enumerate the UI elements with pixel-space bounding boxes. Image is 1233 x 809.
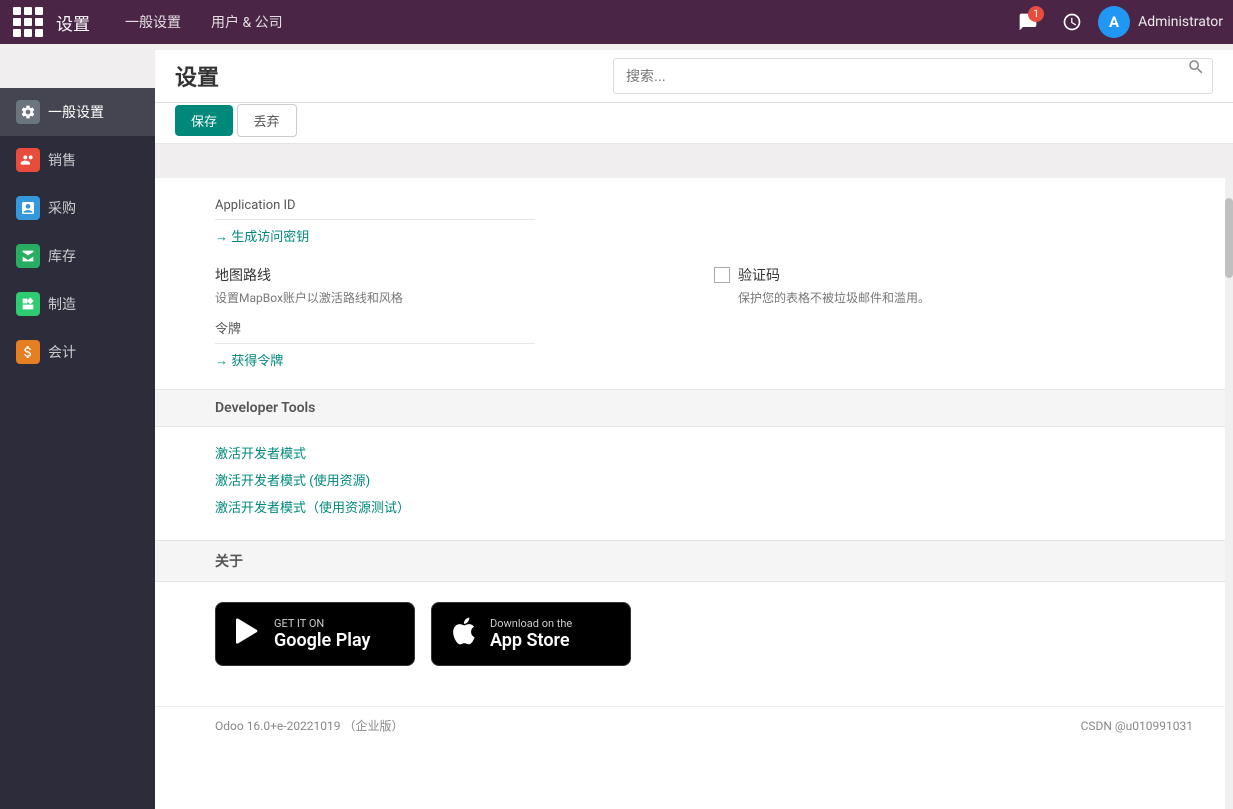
sidebar-label-accounting: 会计 [48, 342, 76, 362]
captcha-text: 验证码 [738, 265, 780, 285]
sidebar-item-accounting[interactable]: 会计 [0, 328, 155, 376]
captcha-checkbox[interactable] [714, 267, 730, 283]
google-play-large-text: Google Play [274, 630, 370, 651]
sidebar-label-purchase: 采购 [48, 198, 76, 218]
nav-users-company[interactable]: 用户 & 公司 [196, 0, 298, 44]
google-play-text: GET IT ON Google Play [274, 617, 370, 651]
search-icon[interactable] [1187, 58, 1205, 80]
footer: Odoo 16.0+e-20221019 （企业版） CSDN @u010991… [155, 706, 1233, 744]
sidebar-item-sales[interactable]: 销售 [0, 136, 155, 184]
sidebar-label-general: 一般设置 [48, 102, 104, 122]
sidebar-item-manufacture[interactable]: 制造 [0, 280, 155, 328]
action-bar: 保存 丢弃 [155, 98, 1233, 144]
app-title: 设置 [46, 10, 100, 35]
sidebar-label-manufacture: 制造 [48, 294, 76, 314]
google-play-icon [232, 615, 264, 654]
app-store-badge[interactable]: Download on the App Store [431, 602, 631, 666]
app-store-icon [448, 615, 480, 654]
discard-button[interactable]: 丢弃 [237, 104, 297, 137]
captcha-label: 验证码 [738, 265, 780, 285]
messages-button[interactable]: 1 [1010, 4, 1046, 40]
activate-dev-mode-assets-link[interactable]: 激活开发者模式 (使用资源) [215, 470, 1193, 489]
page-header-bar: 设置 [155, 50, 1233, 103]
app-store-small-text: Download on the [490, 617, 572, 630]
app-store-text: Download on the App Store [490, 617, 572, 651]
application-id-row: Application ID → 生成访问密钥 [215, 198, 1193, 245]
accounting-icon [16, 340, 40, 364]
token-section: 令牌 → 获得令牌 [215, 318, 694, 369]
clock-button[interactable] [1054, 4, 1090, 40]
nav-general-settings[interactable]: 一般设置 [110, 0, 196, 44]
activate-dev-mode-tests-link[interactable]: 激活开发者模式（使用资源测试） [215, 497, 1193, 516]
google-play-badge[interactable]: GET IT ON Google Play [215, 602, 415, 666]
map-routes-desc: 设置MapBox账户以激活路线和风格 [215, 289, 694, 306]
top-nav-right: 1 A Administrator [1010, 4, 1223, 40]
captcha-desc: 保护您的表格不被垃圾邮件和滥用。 [738, 289, 1193, 306]
save-button[interactable]: 保存 [175, 105, 233, 136]
google-play-small-text: GET IT ON [274, 617, 370, 630]
scroll-container[interactable]: Application ID → 生成访问密钥 地图路线 设置MapBox账户以… [155, 178, 1233, 769]
user-avatar[interactable]: A [1098, 6, 1130, 38]
sales-icon [16, 148, 40, 172]
get-token-link[interactable]: → 获得令牌 [215, 350, 283, 369]
map-routes-section: 地图路线 设置MapBox账户以激活路线和风格 令牌 → 获得令牌 [215, 265, 694, 369]
apps-grid-icon [13, 7, 43, 37]
app-store-badges: GET IT ON Google Play Download on the [215, 602, 1193, 666]
app-store-large-text: App Store [490, 630, 572, 651]
top-nav-menu: 一般设置 用户 & 公司 [110, 0, 298, 44]
manufacture-icon [16, 292, 40, 316]
search-container [613, 58, 1213, 94]
purchase-icon [16, 196, 40, 220]
apps-menu-button[interactable] [10, 4, 46, 40]
developer-tools-content: 激活开发者模式 激活开发者模式 (使用资源) 激活开发者模式（使用资源测试） [155, 427, 1233, 540]
sidebar-label-sales: 销售 [48, 150, 76, 170]
sidebar-item-purchase[interactable]: 采购 [0, 184, 155, 232]
token-label: 令牌 [215, 318, 694, 337]
clock-icon [1062, 12, 1082, 32]
inventory-icon [16, 244, 40, 268]
messages-badge: 1 [1028, 6, 1044, 22]
captcha-checkbox-row: 验证码 [714, 265, 1193, 285]
generate-key-link[interactable]: → 生成访问密钥 [215, 226, 309, 245]
sidebar: 一般设置 销售 采购 库存 制造 [0, 88, 155, 809]
sidebar-item-inventory[interactable]: 库存 [0, 232, 155, 280]
developer-tools-header: Developer Tools [155, 389, 1233, 427]
scrollbar-track [1225, 178, 1233, 809]
map-routes-label: 地图路线 [215, 265, 694, 285]
top-navigation: 设置 一般设置 用户 & 公司 1 A Administrator [0, 0, 1233, 44]
about-content: GET IT ON Google Play Download on the [155, 582, 1233, 706]
application-id-label: Application ID [215, 198, 1193, 213]
activate-dev-mode-link[interactable]: 激活开发者模式 [215, 443, 1193, 462]
sidebar-label-inventory: 库存 [48, 246, 76, 266]
search-input[interactable] [613, 58, 1213, 94]
page-title: 设置 [175, 60, 219, 92]
captcha-section: 验证码 保护您的表格不被垃圾邮件和滥用。 [714, 265, 1193, 306]
scrollbar-thumb[interactable] [1225, 198, 1233, 278]
sidebar-item-general[interactable]: 一般设置 [0, 88, 155, 136]
version-text: Odoo 16.0+e-20221019 （企业版） [215, 717, 404, 734]
gear-icon [16, 100, 40, 124]
about-header: 关于 [155, 540, 1233, 582]
settings-body: Application ID → 生成访问密钥 地图路线 设置MapBox账户以… [155, 178, 1233, 389]
admin-username[interactable]: Administrator [1138, 14, 1223, 30]
